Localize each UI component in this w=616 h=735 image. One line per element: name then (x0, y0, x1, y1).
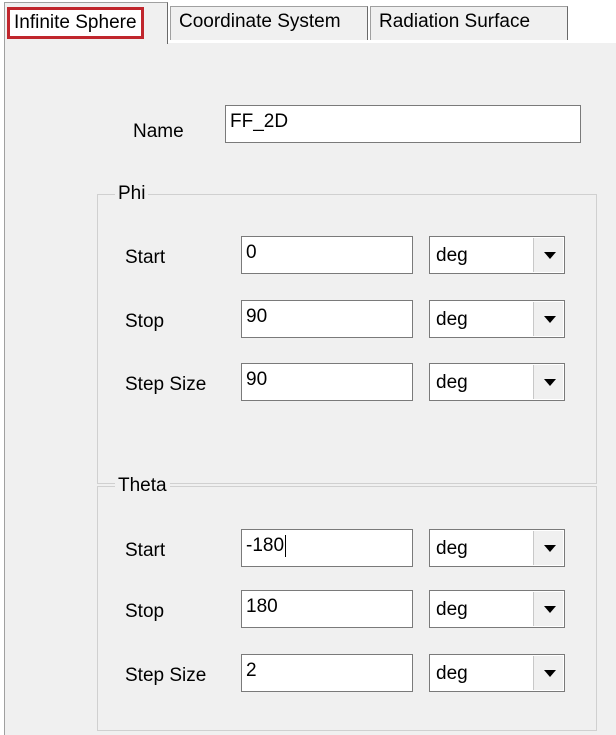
phi-stop-unit-select[interactable]: deg (429, 300, 565, 338)
phi-step-size-input[interactable]: 90 (241, 363, 413, 401)
phi-start-unit-value: deg (436, 245, 468, 266)
phi-start-unit-select[interactable]: deg (429, 236, 565, 274)
tab-strip: Infinite Sphere Coordinate System Radiat… (0, 0, 616, 44)
tab-coordinate-system[interactable]: Coordinate System (170, 6, 368, 40)
text-caret (285, 535, 287, 557)
phi-stop-unit-value: deg (436, 309, 468, 330)
phi-start-input[interactable]: 0 (241, 236, 413, 274)
name-input[interactable]: FF_2D (225, 105, 581, 143)
chevron-down-icon (544, 545, 556, 552)
chevron-down-icon (544, 606, 556, 613)
theta-stop-unit-dropdown-button[interactable] (533, 592, 563, 626)
tab-radiation-surface[interactable]: Radiation Surface (370, 6, 568, 40)
phi-step-size-unit-select[interactable]: deg (429, 363, 565, 401)
theta-step-size-input[interactable]: 2 (241, 654, 413, 692)
theta-start-input[interactable]: -180 (241, 529, 413, 567)
phi-start-label: Start (125, 247, 166, 268)
phi-step-size-unit-dropdown-button[interactable] (533, 365, 563, 399)
theta-stop-input[interactable]: 180 (241, 590, 413, 628)
tab-infinite-sphere[interactable]: Infinite Sphere (4, 2, 168, 44)
phi-stop-unit-dropdown-button[interactable] (533, 302, 563, 336)
phi-step-size-unit-value: deg (436, 372, 468, 393)
theta-step-size-unit-dropdown-button[interactable] (533, 656, 563, 690)
theta-start-label: Start (125, 540, 166, 561)
tab-coordinate-system-label: Coordinate System (179, 11, 341, 32)
phi-stop-label: Stop (125, 311, 165, 332)
theta-step-size-label: Step Size (125, 665, 207, 686)
phi-group-title: Phi (115, 183, 149, 205)
tab-radiation-surface-label: Radiation Surface (379, 11, 531, 32)
theta-stop-unit-select[interactable]: deg (429, 590, 565, 628)
chevron-down-icon (544, 252, 556, 259)
theta-stop-unit-value: deg (436, 599, 468, 620)
phi-stop-input[interactable]: 90 (241, 300, 413, 338)
tab-panel: Name FF_2D Phi Start 0 deg Stop 90 deg S… (4, 43, 616, 735)
theta-start-value: -180 (246, 535, 285, 557)
theta-step-size-unit-value: deg (436, 663, 468, 684)
name-label: Name (133, 121, 184, 142)
chevron-down-icon (544, 670, 556, 677)
tab-infinite-sphere-label: Infinite Sphere (7, 7, 144, 39)
phi-step-size-label: Step Size (125, 374, 207, 395)
theta-step-size-unit-select[interactable]: deg (429, 654, 565, 692)
theta-start-unit-dropdown-button[interactable] (533, 531, 563, 565)
phi-start-unit-dropdown-button[interactable] (533, 238, 563, 272)
chevron-down-icon (544, 379, 556, 386)
theta-group-title: Theta (115, 475, 170, 497)
theta-stop-label: Stop (125, 601, 165, 622)
chevron-down-icon (544, 316, 556, 323)
theta-start-unit-value: deg (436, 538, 468, 559)
theta-start-unit-select[interactable]: deg (429, 529, 565, 567)
